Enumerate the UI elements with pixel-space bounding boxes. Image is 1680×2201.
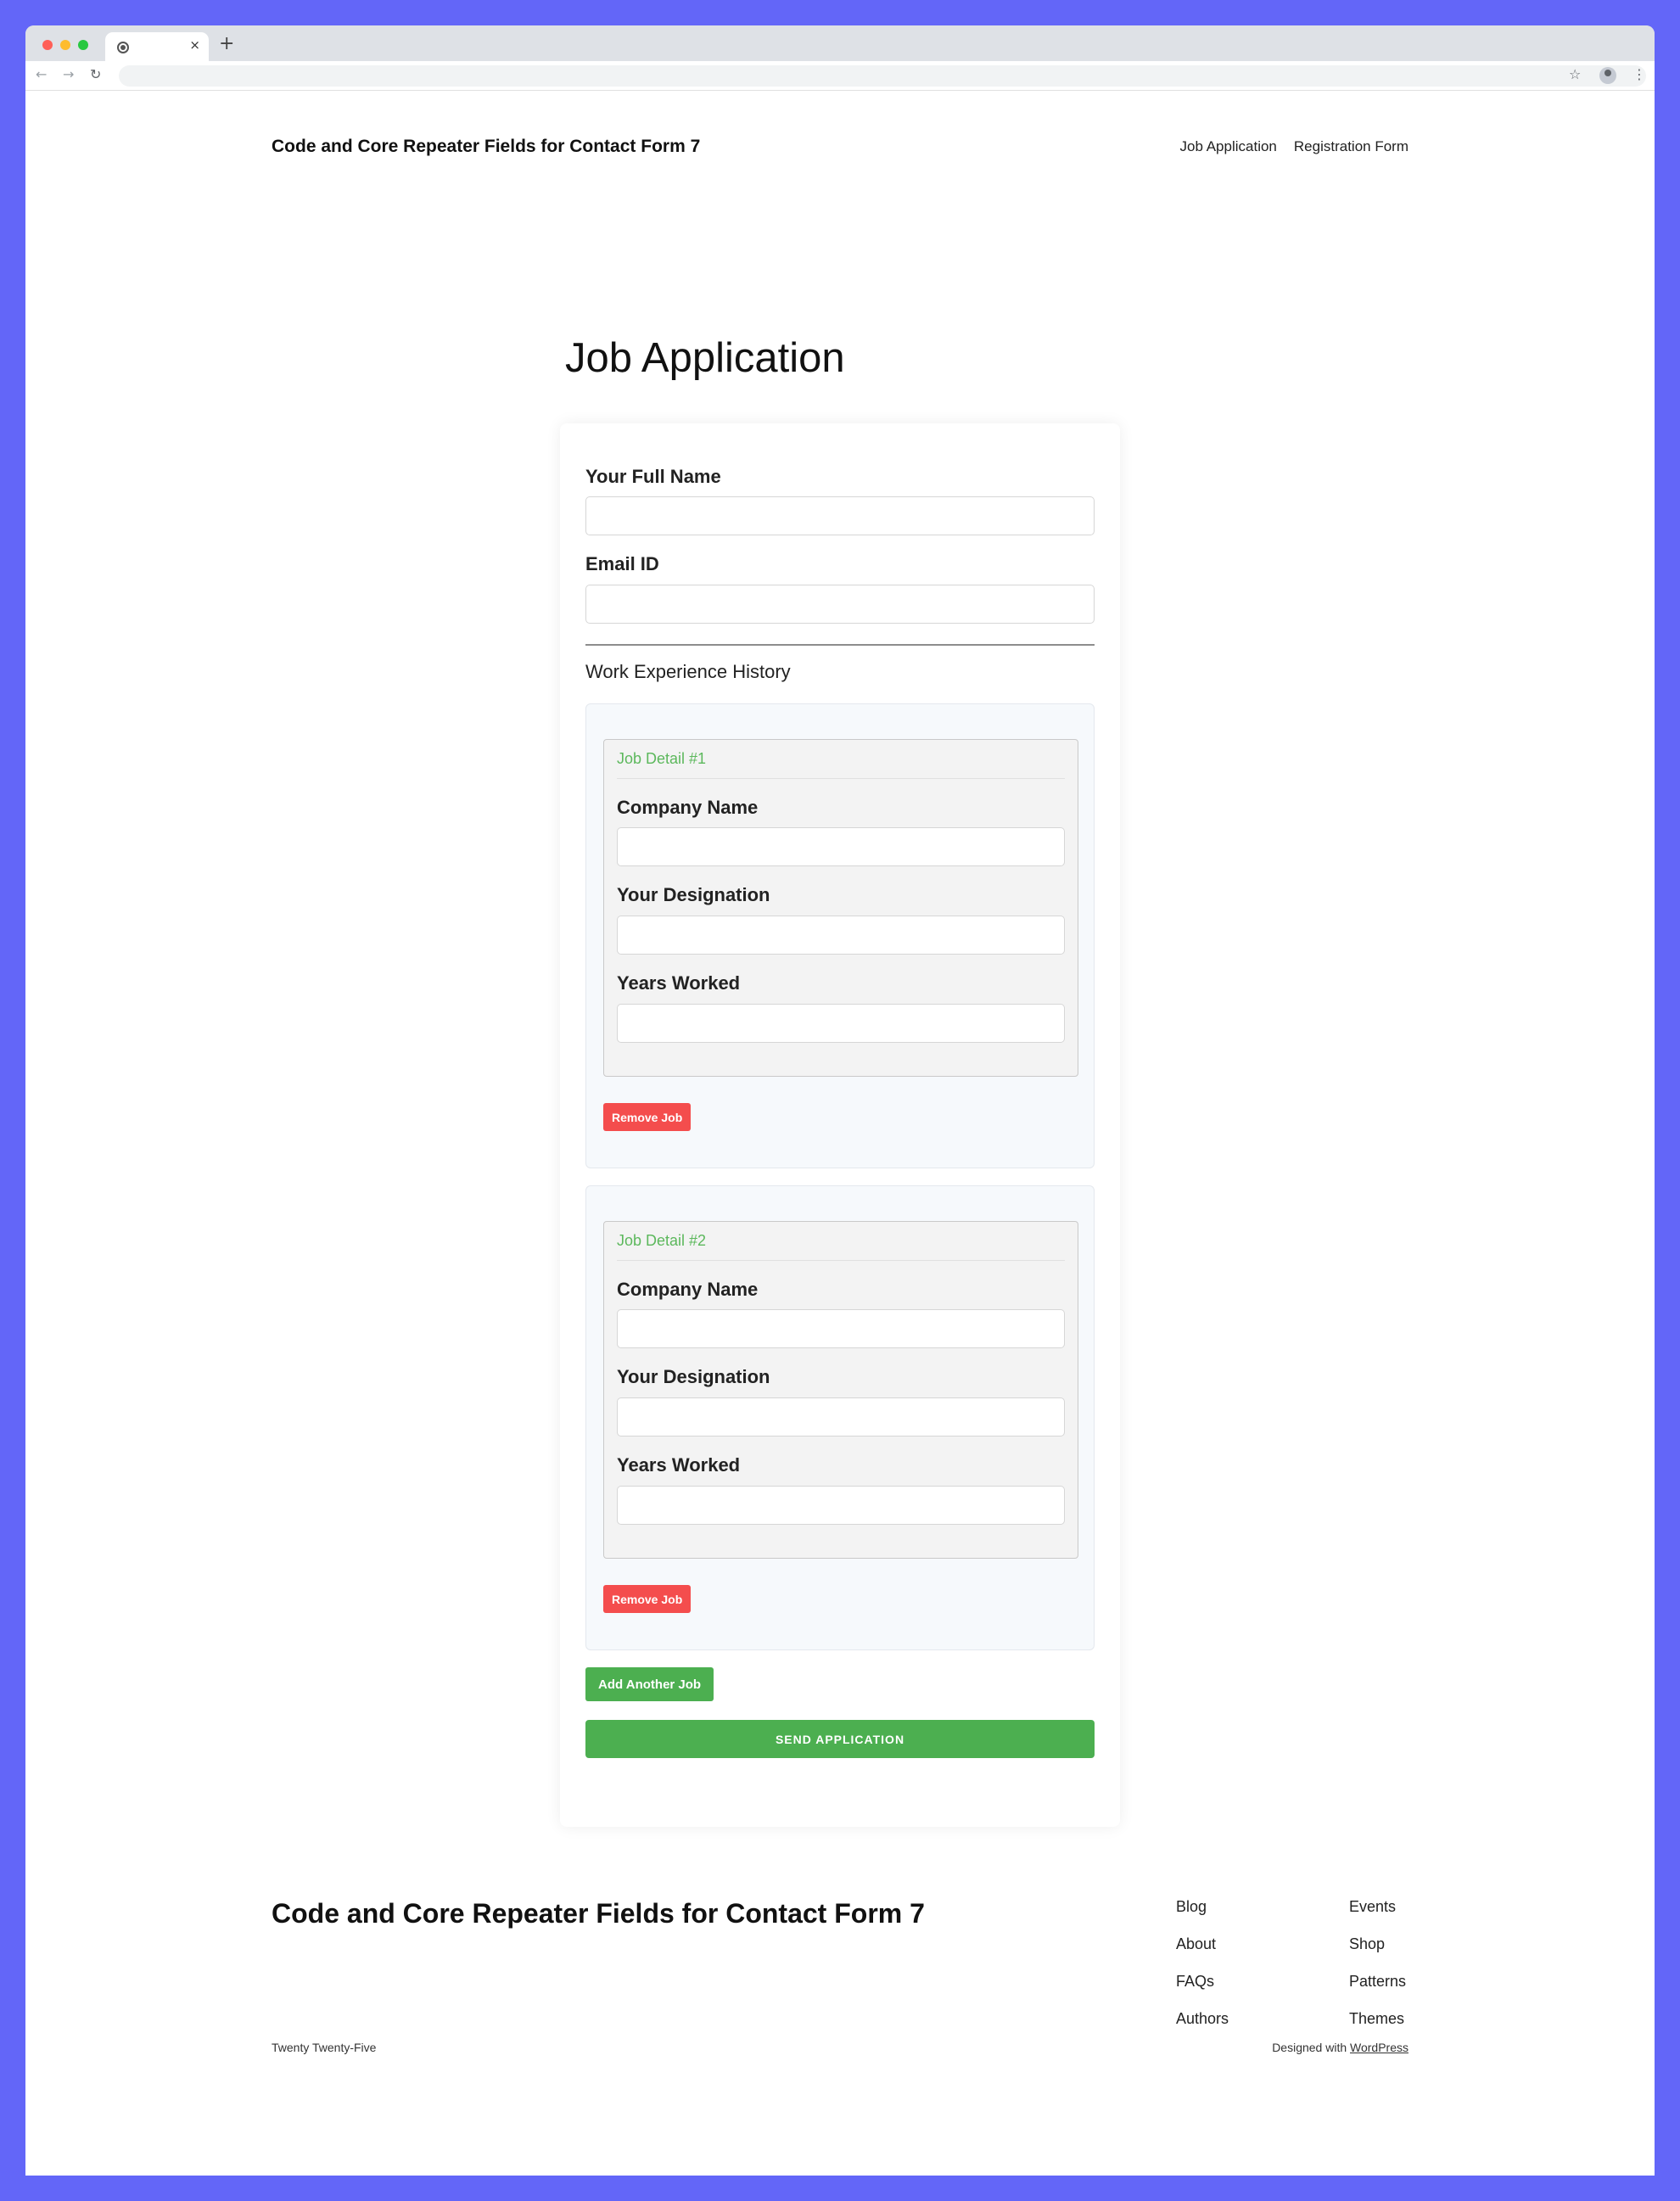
site-title[interactable]: Code and Core Repeater Fields for Contac…	[272, 137, 700, 157]
chrome-favicon-icon	[117, 42, 129, 53]
add-another-job-button[interactable]: Add Another Job	[585, 1667, 714, 1701]
footer-site-title[interactable]: Code and Core Repeater Fields for Contac…	[272, 1898, 925, 1929]
footer-theme-name: Twenty Twenty-Five	[272, 2041, 377, 2054]
footer-link-patterns[interactable]: Patterns	[1349, 1973, 1406, 1991]
window-controls	[42, 40, 88, 50]
legend-divider	[617, 1260, 1065, 1261]
new-tab-button[interactable]: +	[219, 33, 234, 54]
tab-close-icon[interactable]: ×	[189, 37, 200, 53]
designation-label: Your Designation	[617, 1366, 770, 1387]
designation-input[interactable]	[617, 916, 1065, 955]
bookmark-star-icon[interactable]: ☆	[1569, 66, 1581, 82]
company-name-input[interactable]	[617, 1309, 1065, 1348]
years-worked-input[interactable]	[617, 1486, 1065, 1525]
company-name-label: Company Name	[617, 797, 759, 818]
profile-icon[interactable]	[1599, 67, 1616, 84]
footer-link-themes[interactable]: Themes	[1349, 2010, 1406, 2028]
email-label: Email ID	[585, 553, 659, 574]
footer-credit: Designed with WordPress	[1272, 2041, 1408, 2054]
browser-tab[interactable]: ×	[105, 32, 209, 61]
minimize-window-button[interactable]	[60, 40, 70, 50]
designation-input[interactable]	[617, 1397, 1065, 1437]
email-input[interactable]	[585, 585, 1095, 624]
footer-credit-text: Designed with	[1272, 2041, 1347, 2054]
send-application-button[interactable]: SEND APPLICATION	[585, 1720, 1095, 1758]
browser-window: × + ← → ↻ ☆ ⋮ Code and Core Repeater Fie…	[25, 25, 1655, 2176]
footer-link-shop[interactable]: Shop	[1349, 1935, 1406, 1953]
years-worked-label: Years Worked	[617, 972, 741, 994]
work-experience-heading: Work Experience History	[585, 661, 791, 682]
job-detail-legend: Job Detail #1	[617, 750, 707, 767]
nav-link-job-application[interactable]: Job Application	[1180, 138, 1277, 155]
back-arrow-icon[interactable]: ←	[36, 66, 47, 82]
footer-link-faqs[interactable]: FAQs	[1176, 1973, 1229, 1991]
tab-bar: × +	[25, 25, 1655, 61]
kebab-menu-icon[interactable]: ⋮	[1632, 66, 1646, 82]
company-name-label: Company Name	[617, 1279, 759, 1300]
designation-label: Your Designation	[617, 884, 770, 905]
job-detail-legend: Job Detail #2	[617, 1232, 707, 1249]
footer-wordpress-link[interactable]: WordPress	[1350, 2041, 1408, 2054]
footer-nav-column-2: Events Shop Patterns Themes	[1349, 1898, 1406, 2028]
section-divider	[585, 644, 1095, 646]
browser-toolbar: ← → ↻ ☆ ⋮	[25, 61, 1655, 91]
reload-icon[interactable]: ↻	[90, 66, 101, 82]
years-worked-label: Years Worked	[617, 1454, 741, 1476]
maximize-window-button[interactable]	[78, 40, 88, 50]
remove-job-button[interactable]: Remove Job	[603, 1585, 692, 1613]
full-name-input[interactable]	[585, 496, 1095, 535]
forward-arrow-icon[interactable]: →	[63, 66, 74, 82]
footer-link-authors[interactable]: Authors	[1176, 2010, 1229, 2028]
main-navigation: Job Application Registration Form	[1180, 138, 1408, 155]
footer-link-events[interactable]: Events	[1349, 1898, 1406, 1916]
footer-nav-column-1: Blog About FAQs Authors	[1176, 1898, 1229, 2028]
footer-link-about[interactable]: About	[1176, 1935, 1229, 1953]
company-name-input[interactable]	[617, 827, 1065, 866]
address-bar[interactable]	[119, 65, 1646, 87]
job-detail-fieldset: Job Detail #2 Company Name Your Designat…	[603, 1221, 1078, 1559]
job-application-form: Your Full Name Email ID Work Experience …	[560, 423, 1120, 1827]
legend-divider	[617, 778, 1065, 779]
full-name-label: Your Full Name	[585, 466, 721, 487]
page-title: Job Application	[565, 335, 845, 381]
remove-job-button[interactable]: Remove Job	[603, 1103, 692, 1131]
footer-link-blog[interactable]: Blog	[1176, 1898, 1229, 1916]
job-repeater-item: Job Detail #1 Company Name Your Designat…	[585, 703, 1095, 1168]
job-detail-fieldset: Job Detail #1 Company Name Your Designat…	[603, 739, 1078, 1077]
job-repeater-item: Job Detail #2 Company Name Your Designat…	[585, 1185, 1095, 1650]
close-window-button[interactable]	[42, 40, 53, 50]
nav-link-registration-form[interactable]: Registration Form	[1294, 138, 1408, 155]
years-worked-input[interactable]	[617, 1004, 1065, 1043]
